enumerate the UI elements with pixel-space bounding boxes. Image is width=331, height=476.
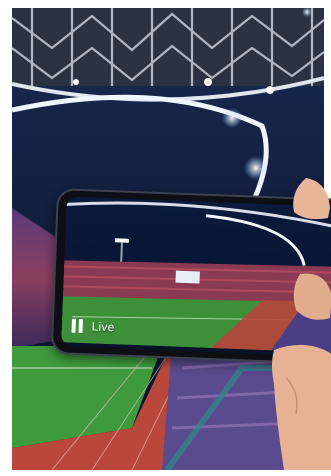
holding-hand: [272, 178, 331, 470]
live-status-label: Live: [91, 319, 115, 335]
roof-lattice: [12, 8, 324, 102]
live-control-bar: Live: [71, 318, 115, 335]
pause-icon[interactable]: [71, 318, 84, 334]
